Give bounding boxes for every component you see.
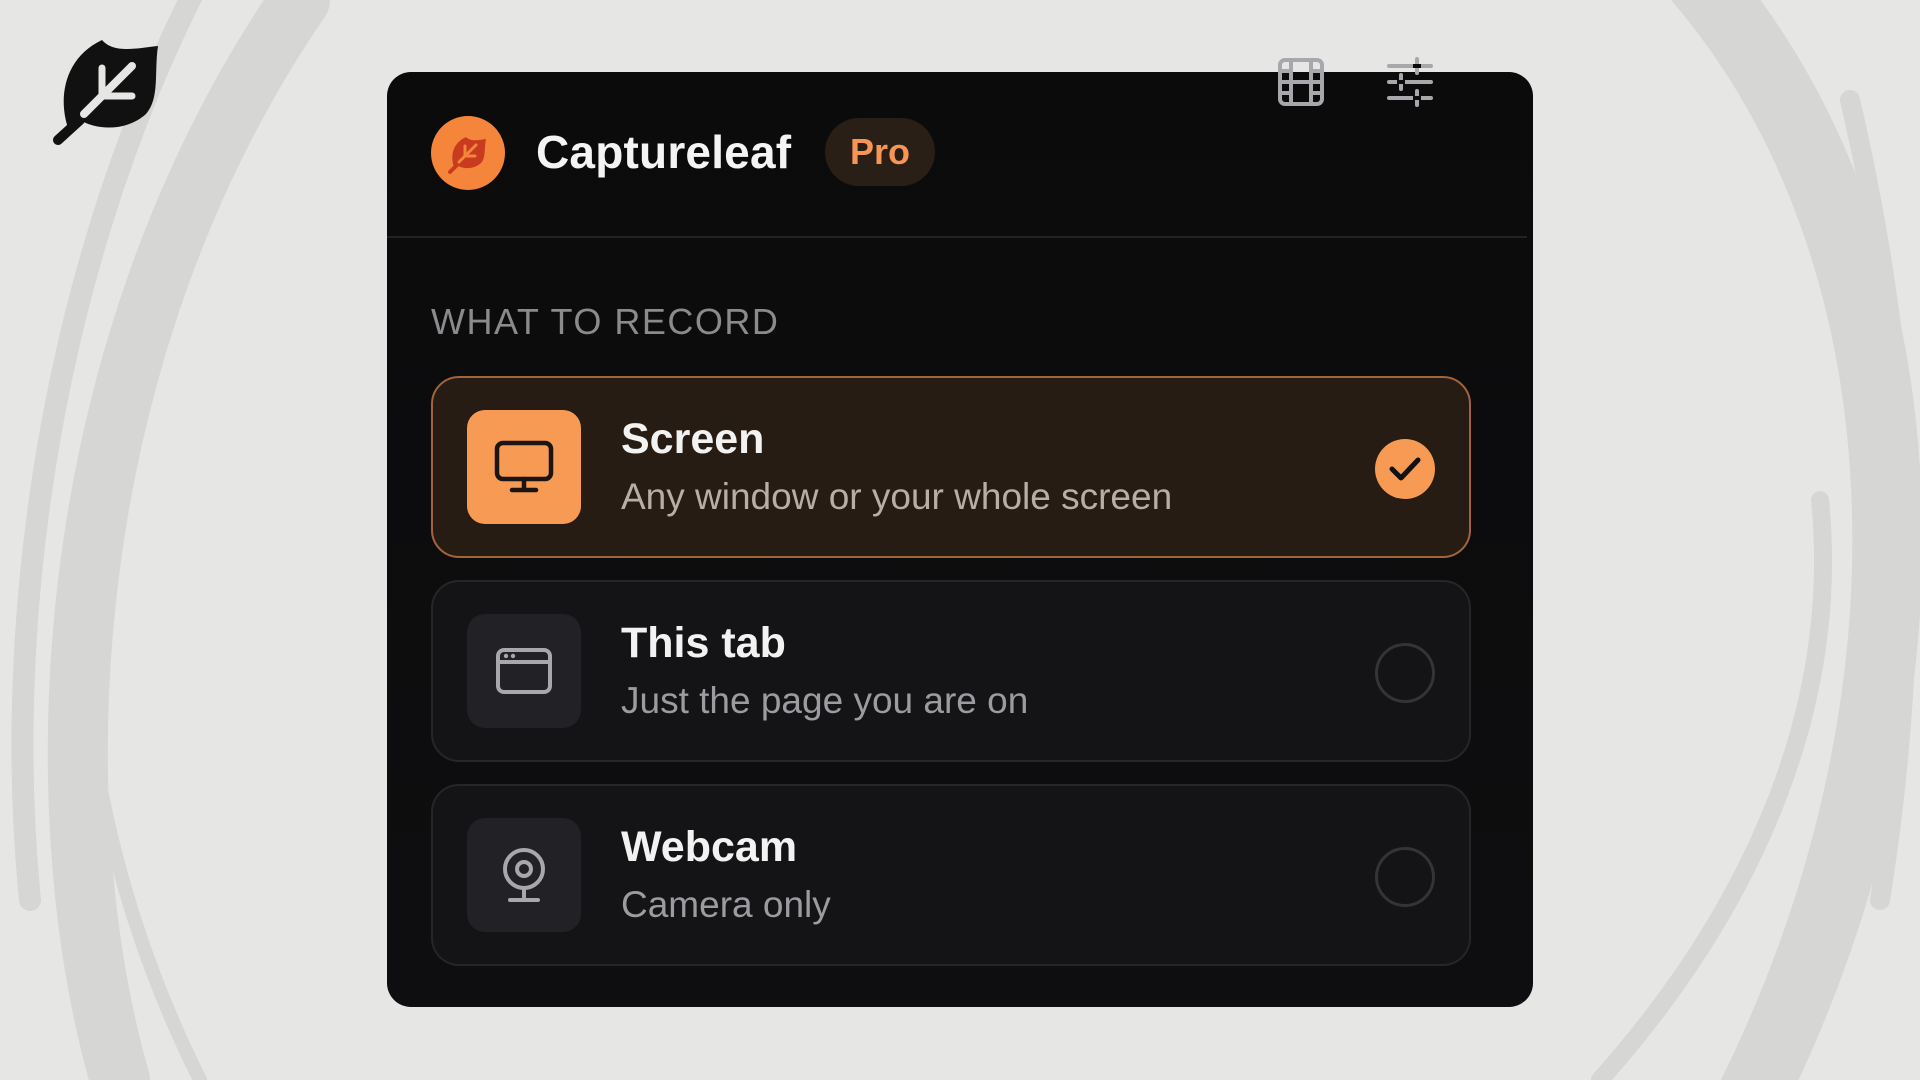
option-description: Camera only — [621, 884, 831, 925]
option-description: Just the page you are on — [621, 680, 1029, 721]
option-screen[interactable]: Screen Any window or your whole screen — [431, 376, 1471, 558]
webcam-icon — [503, 848, 545, 902]
brand-badge — [431, 116, 505, 190]
section-label: WHAT TO RECORD — [431, 301, 780, 342]
monitor-icon — [494, 440, 554, 493]
film-icon — [1278, 58, 1324, 106]
radio-button[interactable] — [1375, 847, 1435, 907]
option-icon-tile — [467, 410, 581, 524]
recordings-button[interactable] — [1271, 52, 1331, 112]
radio-button[interactable] — [1375, 643, 1435, 703]
panel-header: Captureleaf Pro — [387, 72, 1527, 238]
option-title: Webcam — [621, 823, 798, 871]
option-title: This tab — [621, 619, 786, 667]
leaf-icon — [448, 137, 486, 174]
option-title: Screen — [621, 415, 765, 463]
selected-check[interactable] — [1375, 439, 1435, 499]
option-description: Any window or your whole screen — [621, 476, 1173, 517]
browser-tab-icon — [496, 648, 552, 694]
option-this-tab[interactable]: This tab Just the page you are on — [431, 580, 1471, 762]
option-webcam[interactable]: Webcam Camera only — [431, 784, 1471, 966]
app-title: Captureleaf — [536, 126, 792, 178]
option-icon-tile — [467, 614, 581, 728]
option-icon-tile — [467, 818, 581, 932]
recorder-panel: Captureleaf Pro WHAT TO RECORD Screen An… — [387, 72, 1533, 1007]
corner-leaf-logo-icon — [53, 40, 158, 145]
check-icon — [1389, 457, 1421, 481]
sliders-icon — [1387, 57, 1433, 107]
settings-button[interactable] — [1380, 52, 1440, 112]
plan-badge: Pro — [825, 118, 935, 186]
